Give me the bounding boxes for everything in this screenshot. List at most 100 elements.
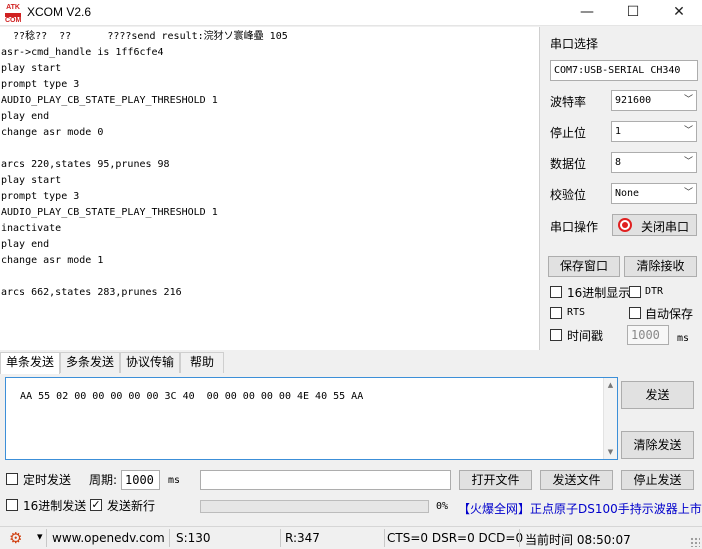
chevron-down-icon: ﹀ [683,126,693,136]
data-bits-label: 数据位 [550,157,587,171]
timestamp-checkbox[interactable] [550,329,562,341]
send-newline-checkbox[interactable]: ✓ [90,499,102,511]
logo-text-bottom: COM [5,17,22,24]
send-input[interactable]: AA 55 02 00 00 00 00 00 3C 40 00 00 00 0… [5,377,618,460]
send-file-button[interactable]: 发送文件 [540,470,613,490]
hex-send-checkbox[interactable] [6,499,18,511]
checkmark-icon: ✓ [91,498,101,511]
maximize-button[interactable]: ☐ [610,0,656,26]
ad-link[interactable]: 【火爆全网】正点原子DS100手持示波器上市 [458,500,702,517]
dtr-label: DTR [645,286,664,297]
output-line: play start [1,63,62,74]
port-operation-label: 串口操作 [550,220,599,234]
chevron-down-icon: ﹀ [683,188,693,198]
hex-display-label: 16进制显示 [567,286,631,300]
send-scrollbar[interactable]: ▲ ▼ [603,378,617,459]
output-line: ??稔?? ?? ????send result:浣犲ソ寰峰疉 105 [1,31,288,42]
minimize-icon: — [580,4,594,20]
output-line: prompt type 3 [1,79,80,90]
clear-send-button[interactable]: 清除发送 [621,431,694,459]
hex-display-checkbox[interactable] [550,286,562,298]
port-select[interactable]: COM7:USB-SERIAL CH340 [550,60,698,81]
output-line: play end [1,239,50,250]
port-label: 串口选择 [550,37,599,51]
send-button[interactable]: 发送 [621,381,694,409]
scroll-up-icon[interactable]: ▲ [604,381,617,389]
timed-send-checkbox[interactable] [6,473,18,485]
rts-checkbox[interactable] [550,307,562,319]
send-progress-bar [200,500,429,513]
output-line: play end [1,111,50,122]
timestamp-label: 时间戳 [567,329,604,343]
baud-select[interactable]: 921600 ﹀ [611,90,697,111]
received-count: R:347 [285,531,320,545]
close-port-button[interactable]: 关闭串口 [612,214,697,236]
dropdown-arrow-icon[interactable]: ▾ [37,530,43,543]
sent-count: S:130 [176,531,211,545]
parity-select[interactable]: None ﹀ [611,183,697,204]
port-select-value: COM7:USB-SERIAL CH340 [554,65,681,76]
stop-send-button[interactable]: 停止发送 [621,470,694,490]
output-line: inactivate [1,223,62,234]
serial-settings-panel: 串口选择 COM7:USB-SERIAL CH340 波特率 921600 ﹀ … [541,27,702,350]
close-icon: ✕ [673,4,685,20]
output-line: AUDIO_PLAY_CB_STATE_PLAY_THRESHOLD 1 [1,207,218,218]
send-input-text: AA 55 02 00 00 00 00 00 3C 40 00 00 00 0… [20,391,364,402]
period-label: 周期: [89,473,118,487]
data-bits-value: 8 [615,157,622,168]
stop-bits-value: 1 [615,126,622,137]
app-logo-icon: ATK COM [5,4,22,24]
timed-send-label: 定时发送 [23,473,72,487]
current-time: 当前时间 08:50:07 [525,533,631,547]
tab-single-send[interactable]: 单条发送 [0,352,60,374]
dtr-checkbox[interactable] [629,286,641,298]
output-line: change asr mode 1 [1,255,104,266]
tab-multi-send[interactable]: 多条发送 [60,352,120,373]
logo-text-top: ATK [6,4,20,11]
timestamp-interval-input[interactable]: 1000 [627,325,669,345]
timestamp-unit: ms [677,333,690,344]
chevron-down-icon: ﹀ [683,157,693,167]
scroll-down-icon[interactable]: ▼ [604,448,617,456]
output-line: play start [1,175,62,186]
period-input[interactable]: 1000 [121,470,160,490]
stop-bits-select[interactable]: 1 ﹀ [611,121,697,142]
output-line: arcs 220,states 95,prunes 98 [1,159,170,170]
send-newline-label: 发送新行 [107,499,156,513]
stop-bits-label: 停止位 [550,126,587,140]
parity-value: None [615,188,640,199]
window-title: XCOM V2.6 [27,5,92,19]
progress-percent: 0% [436,501,449,512]
save-window-button[interactable]: 保存窗口 [548,256,620,277]
line-status: CTS=0 DSR=0 DCD=0 [387,531,524,545]
file-path-input[interactable] [200,470,451,490]
receive-output[interactable]: ??稔?? ?? ????send result:浣犲ソ寰峰疉 105 asr->… [0,27,540,350]
resize-grip-icon[interactable] [690,537,700,547]
minimize-button[interactable]: — [564,0,610,26]
clear-receive-button[interactable]: 清除接收 [624,256,697,277]
baud-label: 波特率 [550,95,587,109]
period-unit: ms [168,475,181,486]
close-port-button-label: 关闭串口 [641,220,690,234]
tab-protocol[interactable]: 协议传输 [120,352,180,373]
auto-save-checkbox[interactable] [629,307,641,319]
rts-label: RTS [567,307,586,318]
hex-send-label: 16进制发送 [23,499,87,513]
output-line: change asr mode 0 [1,127,104,138]
output-line: arcs 662,states 283,prunes 216 [1,287,182,298]
baud-select-value: 921600 [615,95,652,106]
title-bar: ATK COM XCOM V2.6 — ☐ ✕ [0,0,702,26]
port-status-led-icon [618,218,632,232]
gear-icon[interactable]: ⚙ [9,529,22,547]
close-button[interactable]: ✕ [656,0,702,26]
status-bar: ⚙ ▾ www.openedv.com S:130 R:347 CTS=0 DS… [0,526,702,549]
parity-label: 校验位 [550,188,587,202]
data-bits-select[interactable]: 8 ﹀ [611,152,697,173]
tab-help[interactable]: 帮助 [180,352,224,373]
maximize-icon: ☐ [626,4,640,20]
website-link[interactable]: www.openedv.com [52,531,165,545]
open-file-button[interactable]: 打开文件 [459,470,532,490]
chevron-down-icon: ﹀ [683,95,693,105]
output-line: AUDIO_PLAY_CB_STATE_PLAY_THRESHOLD 1 [1,95,218,106]
